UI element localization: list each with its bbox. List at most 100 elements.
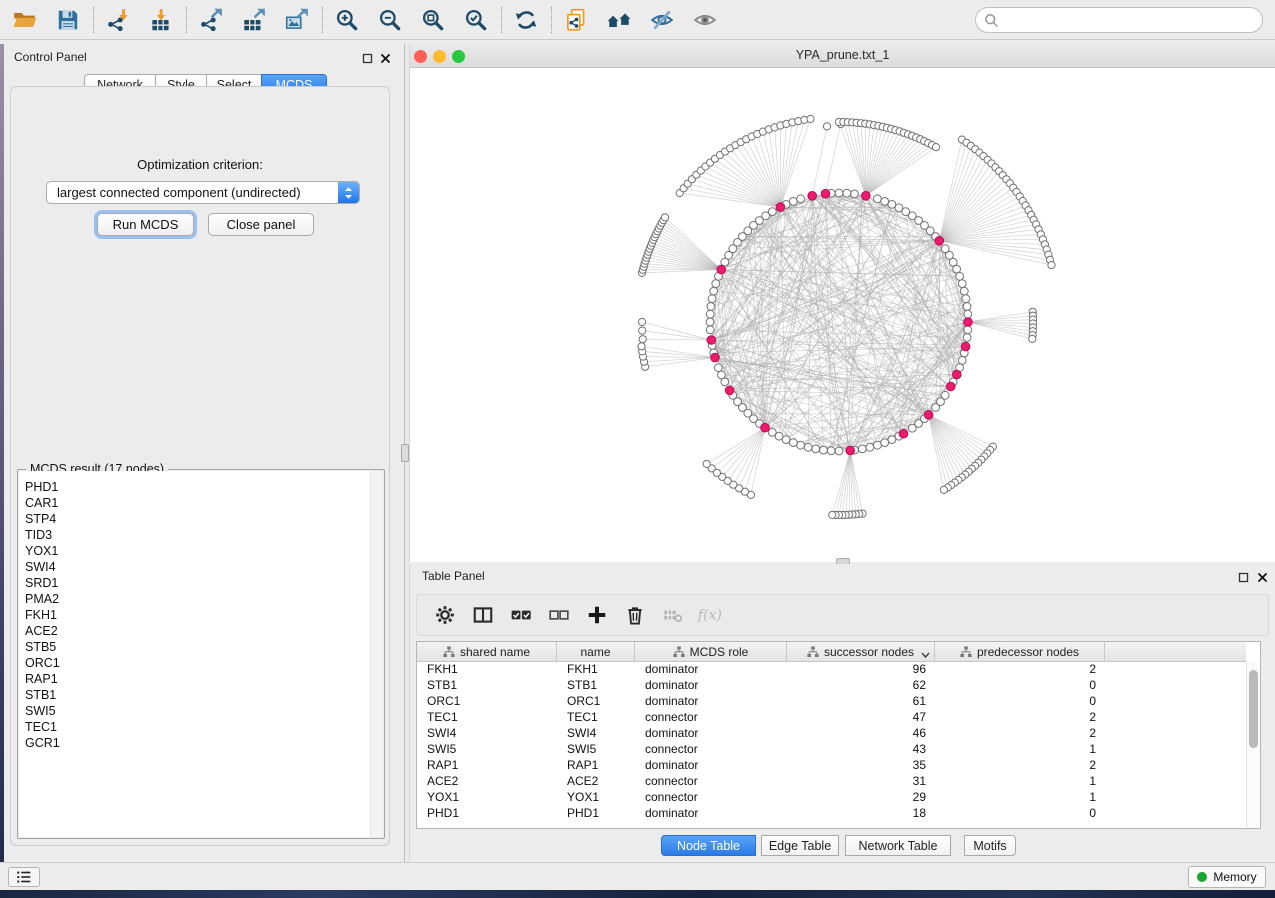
close-panel-button[interactable]: Close panel: [208, 213, 314, 236]
delete-column-icon[interactable]: [621, 601, 649, 629]
mcds-result-item[interactable]: RAP1: [25, 671, 383, 687]
cell-name[interactable]: YOX1: [557, 790, 635, 806]
cell-MCDS-role[interactable]: dominator: [635, 662, 787, 678]
mcds-result-item[interactable]: SWI5: [25, 703, 383, 719]
gear-icon[interactable]: [431, 601, 459, 629]
mcds-result-item[interactable]: STP4: [25, 511, 383, 527]
mcds-result-item[interactable]: STB1: [25, 687, 383, 703]
cell-successor-nodes[interactable]: 46: [787, 726, 935, 742]
mcds-result-item[interactable]: SWI4: [25, 559, 383, 575]
cell-successor-nodes[interactable]: 31: [787, 774, 935, 790]
function-builder-icon[interactable]: f(x): [697, 601, 725, 629]
cell-successor-nodes[interactable]: 43: [787, 742, 935, 758]
zoom-in-icon[interactable]: [332, 5, 362, 35]
cell-shared-name[interactable]: SWI4: [417, 726, 557, 742]
cell-MCDS-role[interactable]: connector: [635, 742, 787, 758]
export-image-icon[interactable]: [282, 5, 312, 35]
new-network-from-selection-icon[interactable]: [561, 5, 591, 35]
cell-predecessor-nodes[interactable]: 2: [935, 662, 1105, 678]
export-table-icon[interactable]: [239, 5, 269, 35]
network-canvas[interactable]: [410, 68, 1275, 562]
add-column-icon[interactable]: [583, 601, 611, 629]
table-row[interactable]: YOX1YOX1connector291: [417, 790, 1246, 806]
first-neighbors-icon[interactable]: [604, 5, 634, 35]
tab-network-table[interactable]: Network Table: [845, 835, 951, 856]
mcds-result-item[interactable]: TEC1: [25, 719, 383, 735]
mcds-result-item[interactable]: FKH1: [25, 607, 383, 623]
cell-name[interactable]: RAP1: [557, 758, 635, 774]
table-row[interactable]: PHD1PHD1dominator180: [417, 806, 1246, 822]
open-file-icon[interactable]: [10, 5, 40, 35]
table-scrollbar-thumb[interactable]: [1249, 670, 1258, 748]
cell-predecessor-nodes[interactable]: 0: [935, 694, 1105, 710]
vertical-splitter-grip[interactable]: [401, 444, 409, 462]
cell-name[interactable]: SWI4: [557, 726, 635, 742]
tab-edge-table[interactable]: Edge Table: [761, 835, 839, 856]
column-layout-icon[interactable]: [469, 601, 497, 629]
mcds-result-item[interactable]: GCR1: [25, 735, 383, 751]
table-row[interactable]: SWI4SWI4dominator462: [417, 726, 1246, 742]
cell-shared-name[interactable]: YOX1: [417, 790, 557, 806]
show-all-icon[interactable]: [690, 5, 720, 35]
column-header-predecessor-nodes[interactable]: predecessor nodes: [935, 642, 1105, 662]
cell-MCDS-role[interactable]: dominator: [635, 678, 787, 694]
cell-name[interactable]: ORC1: [557, 694, 635, 710]
cell-predecessor-nodes[interactable]: 2: [935, 758, 1105, 774]
table-row[interactable]: STB1STB1dominator620: [417, 678, 1246, 694]
cell-shared-name[interactable]: ORC1: [417, 694, 557, 710]
task-history-button[interactable]: [8, 867, 40, 887]
mcds-result-item[interactable]: PHD1: [25, 479, 383, 495]
cell-name[interactable]: STB1: [557, 678, 635, 694]
table-row[interactable]: SWI5SWI5connector431: [417, 742, 1246, 758]
network-window-titlebar[interactable]: YPA_prune.txt_1: [410, 44, 1275, 68]
float-panel-icon[interactable]: [360, 51, 374, 65]
cell-MCDS-role[interactable]: dominator: [635, 806, 787, 822]
column-header-successor-nodes[interactable]: successor nodes: [787, 642, 935, 662]
cell-shared-name[interactable]: PHD1: [417, 806, 557, 822]
mcds-list-scrollbar[interactable]: [370, 471, 383, 837]
cell-MCDS-role[interactable]: connector: [635, 774, 787, 790]
cell-successor-nodes[interactable]: 18: [787, 806, 935, 822]
cell-successor-nodes[interactable]: 29: [787, 790, 935, 806]
clear-table-icon[interactable]: [659, 601, 687, 629]
hide-selected-icon[interactable]: [647, 5, 677, 35]
cell-MCDS-role[interactable]: dominator: [635, 726, 787, 742]
save-session-icon[interactable]: [53, 5, 83, 35]
table-row[interactable]: ORC1ORC1dominator610: [417, 694, 1246, 710]
table-row[interactable]: FKH1FKH1dominator962: [417, 662, 1246, 678]
mcds-result-item[interactable]: ACE2: [25, 623, 383, 639]
search-input[interactable]: [999, 10, 1262, 30]
apply-layout-icon[interactable]: [511, 5, 541, 35]
mcds-result-item[interactable]: SRD1: [25, 575, 383, 591]
import-table-icon[interactable]: [146, 5, 176, 35]
memory-button[interactable]: Memory: [1188, 866, 1266, 888]
column-header-MCDS-role[interactable]: MCDS role: [635, 642, 787, 662]
cell-shared-name[interactable]: SWI5: [417, 742, 557, 758]
export-network-icon[interactable]: [196, 5, 226, 35]
cell-shared-name[interactable]: TEC1: [417, 710, 557, 726]
cell-shared-name[interactable]: STB1: [417, 678, 557, 694]
cell-successor-nodes[interactable]: 35: [787, 758, 935, 774]
cell-successor-nodes[interactable]: 47: [787, 710, 935, 726]
close-table-panel-icon[interactable]: [1255, 570, 1269, 584]
zoom-out-icon[interactable]: [375, 5, 405, 35]
cell-predecessor-nodes[interactable]: 1: [935, 790, 1105, 806]
cell-name[interactable]: SWI5: [557, 742, 635, 758]
cell-shared-name[interactable]: RAP1: [417, 758, 557, 774]
select-all-icon[interactable]: [507, 601, 535, 629]
mcds-result-item[interactable]: YOX1: [25, 543, 383, 559]
network-view[interactable]: [410, 68, 1275, 562]
mcds-result-list[interactable]: PHD1CAR1STP4TID3YOX1SWI4SRD1PMA2FKH1ACE2…: [19, 471, 383, 837]
criterion-dropdown[interactable]: largest connected component (undirected): [46, 181, 360, 204]
import-network-icon[interactable]: [103, 5, 133, 35]
table-row[interactable]: RAP1RAP1dominator352: [417, 758, 1246, 774]
cell-successor-nodes[interactable]: 96: [787, 662, 935, 678]
run-mcds-button[interactable]: Run MCDS: [97, 213, 194, 236]
cell-successor-nodes[interactable]: 62: [787, 678, 935, 694]
column-header-name[interactable]: name: [557, 642, 635, 662]
cell-name[interactable]: PHD1: [557, 806, 635, 822]
table-row[interactable]: TEC1TEC1connector472: [417, 710, 1246, 726]
search-box[interactable]: [975, 7, 1263, 33]
table-row[interactable]: ACE2ACE2connector311: [417, 774, 1246, 790]
cell-MCDS-role[interactable]: connector: [635, 790, 787, 806]
